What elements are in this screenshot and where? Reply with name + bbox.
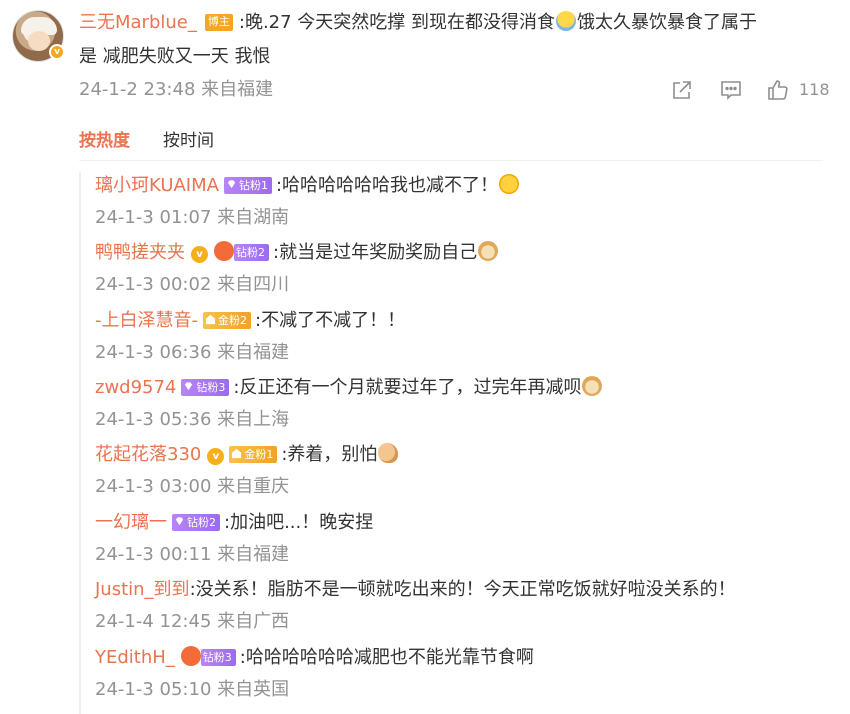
fan-badge: 钻粉2 — [234, 244, 269, 261]
reply-meta: 24-1-3 00:11 来自福建 — [95, 544, 290, 565]
reply-line: -上白泽慧音- 金粉2 :不减了不减了！！ — [95, 309, 405, 333]
reply-line: YEdithH_ 钻粉3 :哈哈哈哈哈哈减肥也不能光靠节食啊 — [95, 646, 534, 670]
fan-badge-label: 金粉1 — [244, 448, 274, 461]
reply-item: 鸭鸭搓夹夹 v 钻粉2 :就当是过年奖励奖励自己 24-1-3 00:02 来自四川 — [95, 241, 499, 296]
post-text-part2: 饿太久暴饮暴食了属于 — [577, 12, 758, 33]
diamond-icon — [185, 382, 193, 391]
verified-icon: v — [207, 448, 225, 465]
hungry-emoji-icon — [556, 11, 577, 31]
fan-badge: 钻粉3 — [200, 649, 236, 666]
doge-emoji-icon — [478, 241, 499, 261]
reply-username[interactable]: 花起花落330 — [95, 444, 201, 465]
tab-hot[interactable]: 按热度 — [79, 130, 130, 152]
post-text-line1: 三无Marblue_ 博主 :晚.27 今天突然吃撑 到现在都没得消食 饿太久暴饮暴食… — [79, 11, 757, 35]
tab-time[interactable]: 按时间 — [163, 130, 214, 152]
reply-item: -上白泽慧音- 金粉2 :不减了不减了！！ 24-1-3 06:36 来自福建 — [95, 309, 405, 364]
reply-line: 璃小珂KUAIMA 钻粉1 :哈哈哈哈哈哈我也减不了！ — [95, 174, 520, 198]
divider — [79, 160, 823, 161]
reply-text: :不减了不减了！！ — [255, 310, 406, 331]
share-icon — [673, 81, 691, 99]
gold-badge-icon — [232, 448, 242, 459]
reply-username[interactable]: zwd9574 — [95, 377, 176, 398]
like-count: 118 — [799, 80, 830, 99]
fan-badge-label: 钻粉3 — [202, 651, 232, 664]
reply-text: :哈哈哈哈哈哈我也减不了！ — [275, 175, 499, 196]
like-icon — [768, 80, 788, 100]
fan-badge: 钻粉2 — [172, 514, 220, 531]
reply-item: 花起花落330 v 金粉1 :养着，别怕 24-1-3 03:00 来自重庆 — [95, 443, 399, 498]
role-badge: 博主 — [204, 14, 233, 31]
reply-text: :就当是过年奖励奖励自己 — [273, 242, 478, 263]
reply-username[interactable]: 一幻璃一 — [95, 512, 167, 533]
reply-line: zwd9574 钻粉3 :反正还有一个月就要过年了，过完年再减呗 — [95, 376, 603, 400]
comment-button[interactable] — [719, 78, 743, 102]
reply-meta: 24-1-3 00:02 来自四川 — [95, 274, 290, 295]
fan-badge-label: 金粉2 — [218, 314, 247, 327]
post-author-name[interactable]: 三无Marblue_ — [79, 12, 197, 33]
gold-badge-icon — [205, 314, 216, 325]
diamond-icon — [227, 180, 236, 189]
reply-meta: 24-1-3 05:10 来自英国 — [95, 679, 290, 700]
verified-icon: v — [191, 246, 208, 263]
post-meta: 24-1-2 23:48 来自福建 — [79, 79, 274, 100]
reply-meta: 24-1-4 12:45 来自广西 — [95, 611, 290, 632]
reply-line: 花起花落330 v 金粉1 :养着，别怕 — [95, 443, 399, 467]
avatar-face — [28, 31, 50, 51]
reply-line: 一幻璃一 钻粉2 :加油吧...！晚安捏 — [95, 511, 373, 535]
cry-emoji-icon — [499, 174, 520, 194]
diamond-icon — [175, 517, 184, 526]
reply-item: 一幻璃一 钻粉2 :加油吧...！晚安捏 24-1-3 00:11 来自福建 — [95, 511, 373, 566]
post-text-line2: 是 减肥失败又一天 我恨 — [79, 46, 271, 67]
fan-badge-label: 钻粉3 — [196, 381, 226, 394]
fan-badge: 金粉1 — [229, 446, 278, 463]
reply-item: 璃小珂KUAIMA 钻粉1 :哈哈哈哈哈哈我也减不了！ 24-1-3 01:07 来… — [95, 174, 520, 229]
reply-username[interactable]: Justin_到到 — [95, 579, 190, 600]
share-button[interactable] — [670, 78, 694, 102]
reply-item: YEdithH_ 钻粉3 :哈哈哈哈哈哈减肥也不能光靠节食啊 24-1-3 05:1… — [95, 646, 534, 701]
fan-badge-label: 钻粉2 — [236, 246, 265, 259]
reply-item: Justin_到到:没关系！脂肪不是一顿就吃出来的！今天正常吃饭就好啦没关系的！… — [95, 578, 736, 633]
doge-emoji-icon — [582, 376, 603, 396]
reply-text: :哈哈哈哈哈哈减肥也不能光靠节食啊 — [239, 647, 534, 668]
crown-icon — [214, 241, 234, 261]
fan-badge: 钻粉3 — [181, 379, 230, 396]
reply-meta: 24-1-3 05:36 来自上海 — [95, 409, 290, 430]
reply-text: :加油吧...！晚安捏 — [224, 512, 374, 533]
fan-badge: 钻粉1 — [223, 177, 272, 194]
fan-badge-label: 钻粉1 — [238, 179, 268, 192]
reply-username[interactable]: 鸭鸭搓夹夹 — [95, 242, 185, 263]
muscle-emoji-icon — [378, 443, 399, 463]
comment-icon — [721, 81, 741, 100]
reply-list: 璃小珂KUAIMA 钻粉1 :哈哈哈哈哈哈我也减不了！ 24-1-3 01:07 来… — [79, 172, 829, 714]
reply-meta: 24-1-3 03:00 来自重庆 — [95, 476, 290, 497]
like-button[interactable] — [766, 78, 790, 102]
reply-item: zwd9574 钻粉3 :反正还有一个月就要过年了，过完年再减呗 24-1-3 05… — [95, 376, 603, 431]
reply-line: Justin_到到:没关系！脂肪不是一顿就吃出来的！今天正常吃饭就好啦没关系的！ — [95, 578, 736, 602]
reply-text: :养着，别怕 — [281, 444, 378, 465]
reply-line: 鸭鸭搓夹夹 v 钻粉2 :就当是过年奖励奖励自己 — [95, 241, 499, 265]
fan-badge-label: 钻粉2 — [187, 516, 216, 529]
verified-badge-icon: v — [49, 44, 65, 60]
crown-icon — [180, 646, 201, 666]
fan-badge: 金粉2 — [203, 312, 251, 329]
reply-username[interactable]: -上白泽慧音- — [95, 310, 198, 331]
reply-meta: 24-1-3 01:07 来自湖南 — [95, 207, 290, 228]
reply-meta: 24-1-3 06:36 来自福建 — [95, 342, 290, 363]
post-text-part1: :晚.27 今天突然吃撑 到现在都没得消食 — [238, 12, 556, 33]
reply-username[interactable]: YEdithH_ — [95, 647, 175, 668]
reply-username[interactable]: 璃小珂KUAIMA — [95, 175, 219, 196]
reply-text: :反正还有一个月就要过年了，过完年再减呗 — [233, 377, 582, 398]
reply-text: :没关系！脂肪不是一顿就吃出来的！今天正常吃饭就好啦没关系的！ — [189, 579, 736, 600]
